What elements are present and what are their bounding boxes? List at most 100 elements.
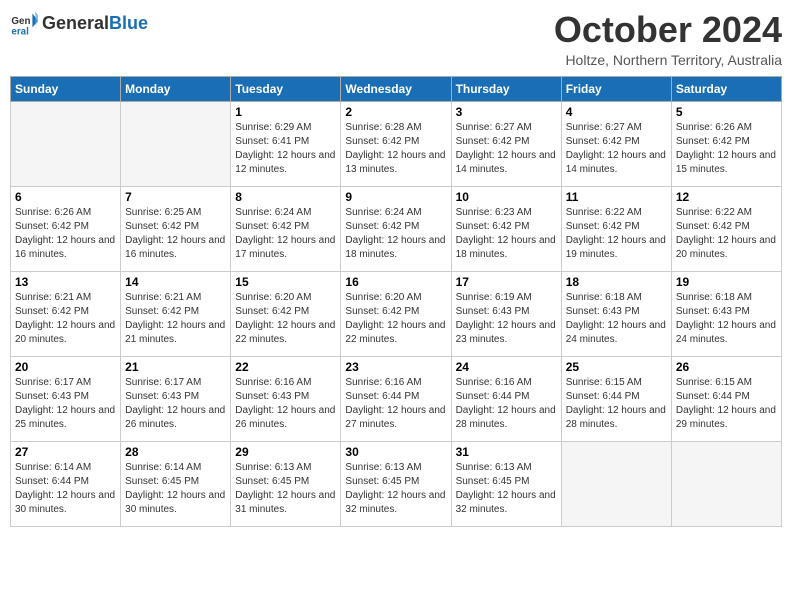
day-number: 15 <box>235 275 336 289</box>
day-info: Sunrise: 6:22 AM Sunset: 6:42 PM Dayligh… <box>566 206 667 262</box>
day-number: 3 <box>456 105 557 119</box>
day-info: Sunrise: 6:20 AM Sunset: 6:42 PM Dayligh… <box>235 291 336 347</box>
day-info: Sunrise: 6:15 AM Sunset: 6:44 PM Dayligh… <box>676 376 777 432</box>
day-number: 25 <box>566 360 667 374</box>
calendar-cell: 24 Sunrise: 6:16 AM Sunset: 6:44 PM Dayli… <box>451 356 561 441</box>
day-info: Sunrise: 6:13 AM Sunset: 6:45 PM Dayligh… <box>456 461 557 517</box>
day-info: Sunrise: 6:18 AM Sunset: 6:43 PM Dayligh… <box>566 291 667 347</box>
weekday-header: Wednesday <box>341 76 451 101</box>
weekday-header: Sunday <box>11 76 121 101</box>
calendar-cell: 16Sunrise: 6:20 AM Sunset: 6:42 PM Dayli… <box>341 271 451 356</box>
calendar-week-row: 6 Sunrise: 6:26 AM Sunset: 6:42 PM Daylig… <box>11 186 782 271</box>
calendar-cell <box>11 101 121 186</box>
weekday-header: Saturday <box>671 76 781 101</box>
day-number: 7 <box>125 190 226 204</box>
calendar-week-row: 20Sunrise: 6:17 AM Sunset: 6:43 PM Dayli… <box>11 356 782 441</box>
page-header: Gen eral GeneralBlue October 2024 Holtze… <box>10 10 782 68</box>
calendar-cell: 1Sunrise: 6:29 AM Sunset: 6:41 PM Daylig… <box>231 101 341 186</box>
day-number: 14 <box>125 275 226 289</box>
calendar-cell: 23 Sunrise: 6:16 AM Sunset: 6:44 PM Dayli… <box>341 356 451 441</box>
svg-text:Gen: Gen <box>11 16 30 27</box>
logo-icon: Gen eral <box>10 10 38 38</box>
day-number: 13 <box>15 275 116 289</box>
day-number: 30 <box>345 445 446 459</box>
day-info: Sunrise: 6:21 AM Sunset: 6:42 PM Dayligh… <box>125 291 226 347</box>
calendar-cell: 7 Sunrise: 6:25 AM Sunset: 6:42 PM Daylig… <box>121 186 231 271</box>
day-number: 19 <box>676 275 777 289</box>
calendar-cell: 10 Sunrise: 6:23 AM Sunset: 6:42 PM Dayli… <box>451 186 561 271</box>
calendar-week-row: 1Sunrise: 6:29 AM Sunset: 6:41 PM Daylig… <box>11 101 782 186</box>
calendar-cell: 19 Sunrise: 6:18 AM Sunset: 6:43 PM Dayli… <box>671 271 781 356</box>
day-info: Sunrise: 6:23 AM Sunset: 6:42 PM Dayligh… <box>456 206 557 262</box>
day-info: Sunrise: 6:25 AM Sunset: 6:42 PM Dayligh… <box>125 206 226 262</box>
calendar-cell: 18 Sunrise: 6:18 AM Sunset: 6:43 PM Dayli… <box>561 271 671 356</box>
day-info: Sunrise: 6:16 AM Sunset: 6:44 PM Dayligh… <box>345 376 446 432</box>
day-info: Sunrise: 6:24 AM Sunset: 6:42 PM Dayligh… <box>345 206 446 262</box>
calendar-cell: 31Sunrise: 6:13 AM Sunset: 6:45 PM Dayli… <box>451 441 561 526</box>
calendar-cell: 8Sunrise: 6:24 AM Sunset: 6:42 PM Daylig… <box>231 186 341 271</box>
day-number: 22 <box>235 360 336 374</box>
calendar-cell: 9 Sunrise: 6:24 AM Sunset: 6:42 PM Daylig… <box>341 186 451 271</box>
day-number: 21 <box>125 360 226 374</box>
logo-text: GeneralBlue <box>42 14 148 34</box>
calendar-cell: 6 Sunrise: 6:26 AM Sunset: 6:42 PM Daylig… <box>11 186 121 271</box>
day-number: 20 <box>15 360 116 374</box>
calendar-cell: 11 Sunrise: 6:22 AM Sunset: 6:42 PM Dayli… <box>561 186 671 271</box>
day-number: 8 <box>235 190 336 204</box>
day-number: 29 <box>235 445 336 459</box>
day-number: 2 <box>345 105 446 119</box>
day-info: Sunrise: 6:19 AM Sunset: 6:43 PM Dayligh… <box>456 291 557 347</box>
day-info: Sunrise: 6:21 AM Sunset: 6:42 PM Dayligh… <box>15 291 116 347</box>
calendar-cell: 22 Sunrise: 6:16 AM Sunset: 6:43 PM Dayli… <box>231 356 341 441</box>
calendar-cell: 30 Sunrise: 6:13 AM Sunset: 6:45 PM Dayli… <box>341 441 451 526</box>
svg-text:eral: eral <box>11 27 29 38</box>
day-info: Sunrise: 6:16 AM Sunset: 6:43 PM Dayligh… <box>235 376 336 432</box>
weekday-header-row: SundayMondayTuesdayWednesdayThursdayFrid… <box>11 76 782 101</box>
title-block: October 2024 Holtze, Northern Territory,… <box>554 10 782 68</box>
weekday-header: Tuesday <box>231 76 341 101</box>
weekday-header: Monday <box>121 76 231 101</box>
day-number: 26 <box>676 360 777 374</box>
calendar-cell: 3Sunrise: 6:27 AM Sunset: 6:42 PM Daylig… <box>451 101 561 186</box>
day-info: Sunrise: 6:26 AM Sunset: 6:42 PM Dayligh… <box>676 121 777 177</box>
day-number: 16 <box>345 275 446 289</box>
day-number: 17 <box>456 275 557 289</box>
calendar-cell: 5 Sunrise: 6:26 AM Sunset: 6:42 PM Daylig… <box>671 101 781 186</box>
day-info: Sunrise: 6:16 AM Sunset: 6:44 PM Dayligh… <box>456 376 557 432</box>
calendar-cell: 4 Sunrise: 6:27 AM Sunset: 6:42 PM Daylig… <box>561 101 671 186</box>
day-info: Sunrise: 6:14 AM Sunset: 6:45 PM Dayligh… <box>125 461 226 517</box>
day-info: Sunrise: 6:27 AM Sunset: 6:42 PM Dayligh… <box>566 121 667 177</box>
calendar-week-row: 13 Sunrise: 6:21 AM Sunset: 6:42 PM Dayli… <box>11 271 782 356</box>
day-number: 11 <box>566 190 667 204</box>
calendar-cell: 15 Sunrise: 6:20 AM Sunset: 6:42 PM Dayli… <box>231 271 341 356</box>
day-number: 4 <box>566 105 667 119</box>
calendar-cell: 20Sunrise: 6:17 AM Sunset: 6:43 PM Dayli… <box>11 356 121 441</box>
day-info: Sunrise: 6:18 AM Sunset: 6:43 PM Dayligh… <box>676 291 777 347</box>
day-info: Sunrise: 6:14 AM Sunset: 6:44 PM Dayligh… <box>15 461 116 517</box>
calendar-cell: 21Sunrise: 6:17 AM Sunset: 6:43 PM Dayli… <box>121 356 231 441</box>
calendar-cell: 14 Sunrise: 6:21 AM Sunset: 6:42 PM Dayli… <box>121 271 231 356</box>
day-number: 28 <box>125 445 226 459</box>
calendar-cell: 12Sunrise: 6:22 AM Sunset: 6:42 PM Dayli… <box>671 186 781 271</box>
day-info: Sunrise: 6:13 AM Sunset: 6:45 PM Dayligh… <box>235 461 336 517</box>
calendar-table: SundayMondayTuesdayWednesdayThursdayFrid… <box>10 76 782 527</box>
day-info: Sunrise: 6:13 AM Sunset: 6:45 PM Dayligh… <box>345 461 446 517</box>
calendar-cell: 17 Sunrise: 6:19 AM Sunset: 6:43 PM Dayli… <box>451 271 561 356</box>
calendar-cell: 26 Sunrise: 6:15 AM Sunset: 6:44 PM Dayli… <box>671 356 781 441</box>
day-number: 18 <box>566 275 667 289</box>
day-info: Sunrise: 6:28 AM Sunset: 6:42 PM Dayligh… <box>345 121 446 177</box>
day-number: 27 <box>15 445 116 459</box>
day-info: Sunrise: 6:26 AM Sunset: 6:42 PM Dayligh… <box>15 206 116 262</box>
logo: Gen eral GeneralBlue <box>10 10 148 38</box>
day-number: 23 <box>345 360 446 374</box>
month-title: October 2024 <box>554 10 782 50</box>
day-number: 5 <box>676 105 777 119</box>
day-info: Sunrise: 6:15 AM Sunset: 6:44 PM Dayligh… <box>566 376 667 432</box>
day-number: 10 <box>456 190 557 204</box>
day-number: 6 <box>15 190 116 204</box>
location-subtitle: Holtze, Northern Territory, Australia <box>554 52 782 68</box>
day-number: 9 <box>345 190 446 204</box>
day-number: 24 <box>456 360 557 374</box>
calendar-cell: 29 Sunrise: 6:13 AM Sunset: 6:45 PM Dayli… <box>231 441 341 526</box>
calendar-cell: 28 Sunrise: 6:14 AM Sunset: 6:45 PM Dayli… <box>121 441 231 526</box>
